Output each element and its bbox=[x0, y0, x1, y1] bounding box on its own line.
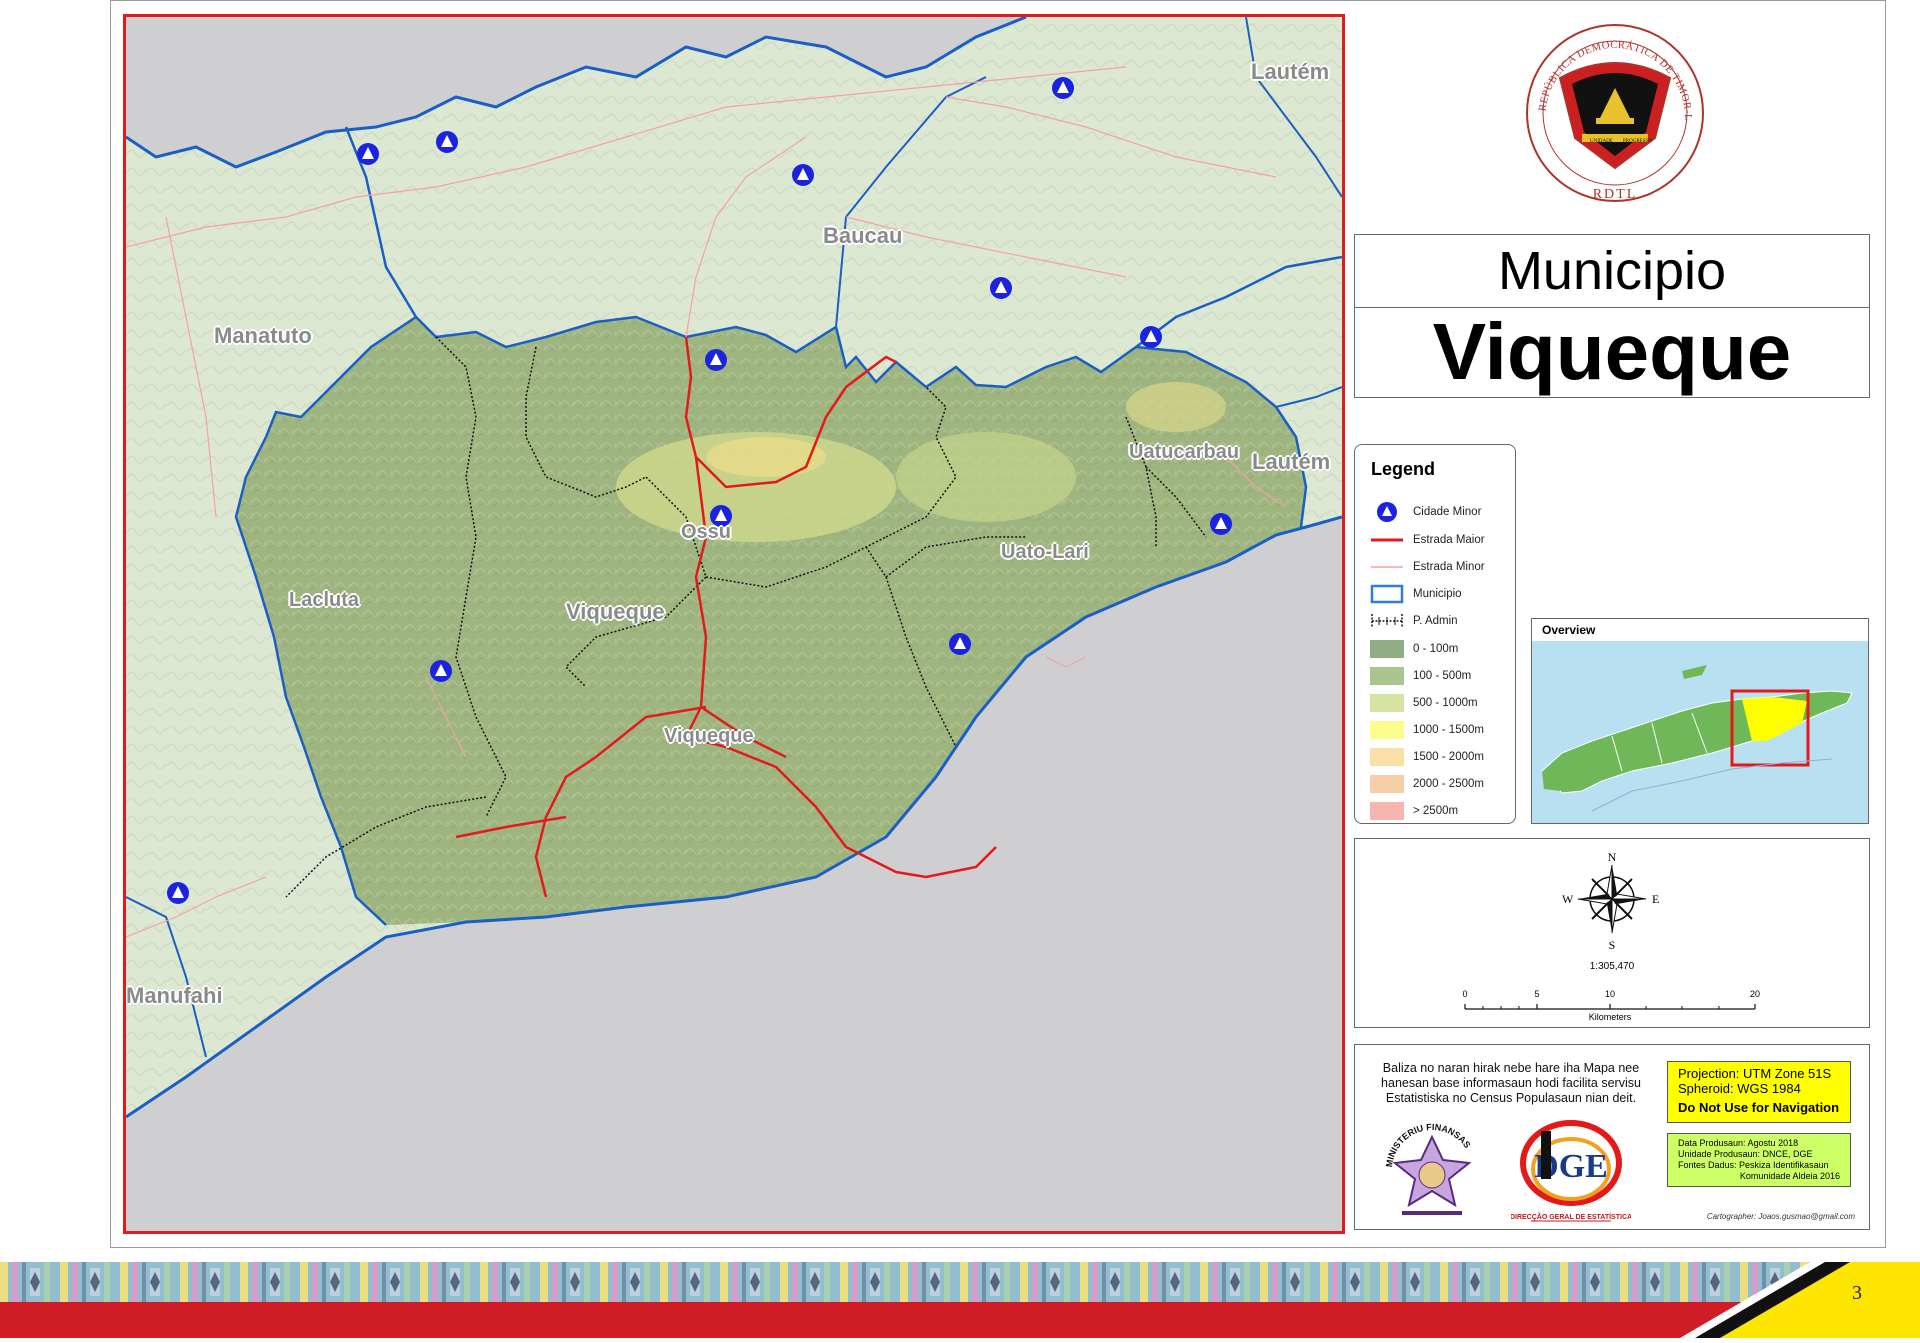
scale-tick-10: 10 bbox=[1605, 989, 1615, 999]
scale-tick-5: 5 bbox=[1534, 989, 1539, 999]
footer-band bbox=[0, 1262, 1920, 1338]
spheroid-text: Spheroid: WGS 1984 bbox=[1678, 1081, 1801, 1096]
label-baucau: Baucau bbox=[823, 223, 903, 248]
legend-item-label: 1500 - 2000m bbox=[1413, 751, 1484, 763]
swatch bbox=[1370, 667, 1404, 685]
legend-item: 1500 - 2000m bbox=[1369, 746, 1509, 768]
scale-bar: 0 5 10 20 Kilometers bbox=[1462, 989, 1760, 1022]
info-panel: Baliza no naran hirak nebe hare iha Mapa… bbox=[1354, 1044, 1870, 1230]
label-uato-lari: Uato-Lari bbox=[1001, 541, 1089, 563]
legend-item: P. Admin bbox=[1369, 610, 1509, 632]
navigation-warning: Do Not Use for Navigation bbox=[1678, 1100, 1840, 1115]
legend-item: 2000 - 2500m bbox=[1369, 773, 1509, 795]
projection-text: Projection: UTM Zone 51S bbox=[1678, 1066, 1832, 1081]
road-line-icon bbox=[1369, 529, 1405, 551]
elevation-swatch bbox=[1369, 719, 1405, 741]
elevation-swatch bbox=[1369, 800, 1405, 822]
legend-item: 500 - 1000m bbox=[1369, 692, 1509, 714]
logo2-text: DIRECÇÃO GERAL DE ESTATÍSTICA bbox=[1511, 1212, 1631, 1221]
legend-item: Cidade Minor bbox=[1369, 501, 1509, 523]
disclaimer-text: Baliza no naran hirak nebe hare iha Mapa… bbox=[1381, 1061, 1641, 1105]
ministry-finance-logo: MINISTERIU FINANSAS bbox=[1377, 1115, 1487, 1225]
municipio-outline-icon bbox=[1369, 583, 1405, 605]
map-frame[interactable]: Manatuto Baucau Lautém Uatucarbau Lautém… bbox=[123, 14, 1345, 1234]
elevation-swatch bbox=[1369, 773, 1405, 795]
legend-item-label: 100 - 500m bbox=[1413, 670, 1472, 682]
title-subtitle: Municipio bbox=[1355, 235, 1869, 308]
page-number: 3 bbox=[1852, 1282, 1862, 1304]
legend-item-label: 2000 - 2500m bbox=[1413, 778, 1484, 790]
label-viqueque-town: Viqueque bbox=[664, 725, 754, 747]
label-viqueque-admin: Viqueque bbox=[566, 599, 665, 624]
compass-rose-icon: N S E W bbox=[1562, 850, 1659, 952]
scale-tick-20: 20 bbox=[1750, 989, 1760, 999]
legend-item-label: > 2500m bbox=[1413, 805, 1459, 817]
title-name: Viqueque bbox=[1432, 307, 1792, 396]
swatch bbox=[1370, 640, 1404, 658]
road-line-icon bbox=[1369, 556, 1405, 578]
meta-date: Data Produsaun: Agostu 2018 bbox=[1678, 1138, 1799, 1148]
legend-item-label: Municipio bbox=[1413, 588, 1462, 600]
swatch bbox=[1370, 775, 1404, 793]
compass-w: W bbox=[1562, 892, 1574, 906]
legend-item: 0 - 100m bbox=[1369, 638, 1509, 660]
legend-item-label: 0 - 100m bbox=[1413, 643, 1459, 655]
elevation-swatch bbox=[1369, 638, 1405, 660]
legend-panel: Legend Cidade Minor Estrada Maior Estrada … bbox=[1354, 444, 1516, 824]
projection-box: Projection: UTM Zone 51S Spheroid: WGS 1… bbox=[1667, 1061, 1851, 1123]
swatch bbox=[1370, 694, 1404, 712]
legend-item-label: 500 - 1000m bbox=[1413, 697, 1478, 709]
scale-tick-0: 0 bbox=[1462, 989, 1467, 999]
cartographer-credit: Cartographer: Joaos.gusmao@gmail.com bbox=[1706, 1212, 1855, 1221]
label-manufahi: Manufahi bbox=[126, 983, 223, 1008]
legend-item: > 2500m bbox=[1369, 800, 1509, 822]
legend-item: Estrada Maior bbox=[1369, 529, 1509, 551]
legend-item-label: P. Admin bbox=[1413, 615, 1458, 627]
legend-item: 100 - 500m bbox=[1369, 665, 1509, 687]
legend-item: Municipio bbox=[1369, 583, 1509, 605]
rdtl-seal: REPÚBLICA DEMOCRÁTICA DE TIMOR-LESTE UNI… bbox=[1517, 10, 1710, 213]
scale-ratio: 1:305,470 bbox=[1590, 961, 1635, 972]
meta-source: Fontes Dadus: Peskiza Identifikasaun bbox=[1678, 1160, 1829, 1170]
legend-heading: Legend bbox=[1371, 459, 1436, 479]
swatch bbox=[1370, 748, 1404, 766]
elevation-swatch bbox=[1369, 665, 1405, 687]
label-lacluta: Lacluta bbox=[289, 589, 360, 611]
meta-source-cont: Komunidade Aldeia 2016 bbox=[1739, 1171, 1840, 1181]
town-marker-icon bbox=[1369, 501, 1405, 523]
label-ossu: Ossu bbox=[681, 521, 732, 543]
overview-title: Overview bbox=[1542, 623, 1596, 637]
compass-s: S bbox=[1609, 938, 1616, 952]
legend-item: Estrada Minor bbox=[1369, 556, 1509, 578]
compass-n: N bbox=[1608, 850, 1617, 864]
compass-e: E bbox=[1652, 892, 1659, 906]
map-canvas bbox=[126, 17, 1342, 1119]
legend-item-label: Estrada Maior bbox=[1413, 534, 1485, 546]
legend-item-label: Cidade Minor bbox=[1413, 506, 1482, 518]
legend-item-label: Estrada Minor bbox=[1413, 561, 1485, 573]
label-manatuto: Manatuto bbox=[214, 323, 312, 348]
label-lautem-mid: Lautém bbox=[1252, 449, 1331, 474]
legend-item-label: 1000 - 1500m bbox=[1413, 724, 1484, 736]
dge-logo: DGE DIRECÇÃO GERAL DE ESTATÍSTICA bbox=[1510, 1111, 1632, 1227]
elevation-swatch bbox=[1369, 692, 1405, 714]
swatch bbox=[1370, 721, 1404, 739]
seal-bottom-text: RDTL bbox=[1593, 187, 1638, 202]
meta-unit: Unidade Produsaun: DNCE, DGE bbox=[1678, 1149, 1813, 1159]
seal-ribbon-right: PROGRESSO bbox=[1623, 139, 1652, 144]
production-metadata: Data Produsaun: Agostu 2018 Unidade Prod… bbox=[1667, 1133, 1851, 1187]
label-uatucarbau: Uatucarbau bbox=[1129, 441, 1240, 463]
title-box: Municipio Viqueque bbox=[1354, 234, 1870, 398]
overview-panel: Overview bbox=[1531, 618, 1869, 824]
overview-map bbox=[1532, 641, 1868, 823]
legend-item: 1000 - 1500m bbox=[1369, 719, 1509, 741]
scale-panel: N S E W 1:305,470 0 5 10 20 Kilometers bbox=[1354, 838, 1870, 1028]
elevation-swatch bbox=[1369, 746, 1405, 768]
swatch bbox=[1370, 802, 1404, 820]
admin-boundary-icon bbox=[1369, 610, 1405, 632]
label-lautem-top: Lautém bbox=[1251, 59, 1330, 84]
scale-unit: Kilometers bbox=[1589, 1012, 1632, 1022]
